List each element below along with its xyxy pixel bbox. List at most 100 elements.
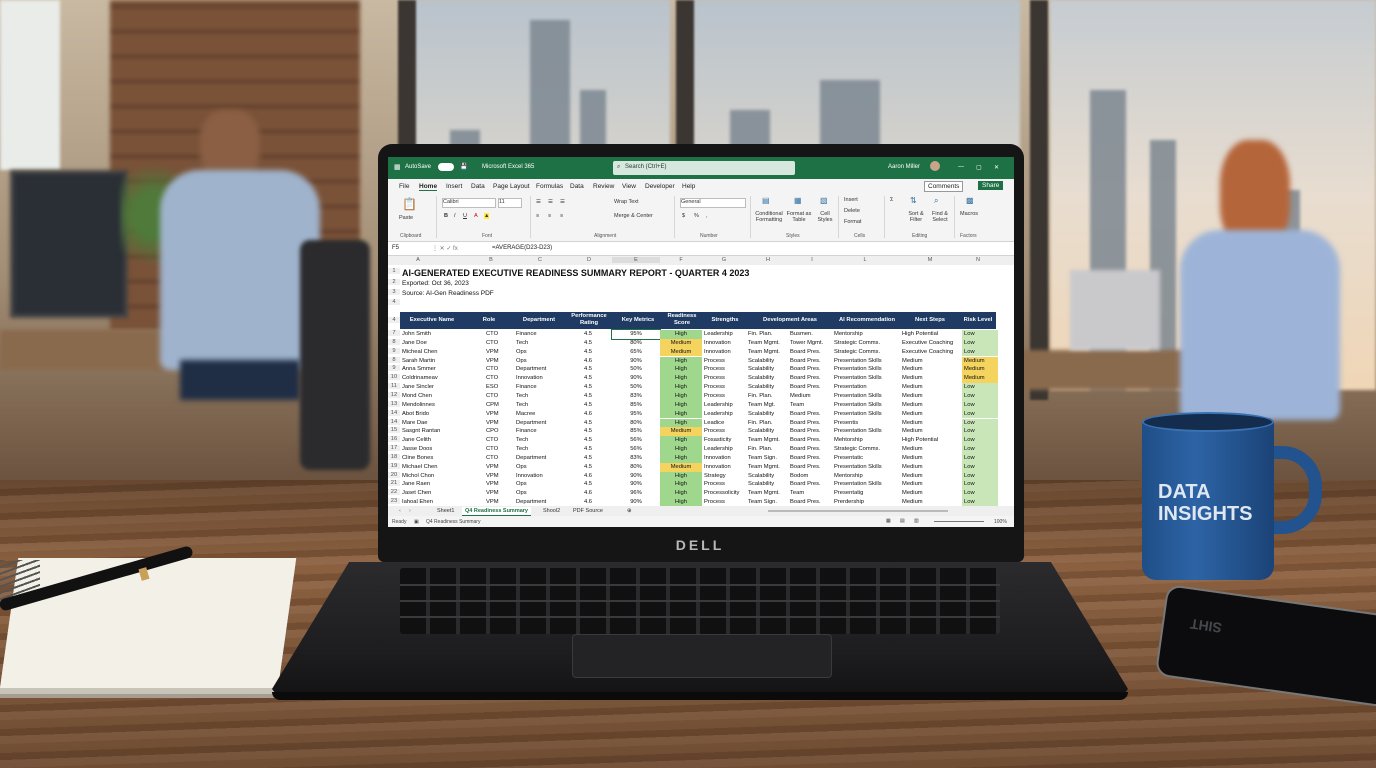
cell-str[interactable]: Process — [704, 480, 748, 489]
cell-str[interactable]: Process — [704, 392, 748, 401]
minimize-icon[interactable]: — — [958, 164, 964, 170]
merge-center-button[interactable]: Merge & Center — [614, 213, 653, 219]
formula-input[interactable]: =AVERAGE(D23-D23) — [492, 245, 552, 251]
cell-ai[interactable]: Strategic Comms. — [834, 339, 900, 348]
cell-risk[interactable]: Low — [962, 445, 998, 454]
cell-name[interactable]: Jaset Chen — [402, 489, 464, 498]
cell-dev2[interactable]: Board Pres. — [790, 454, 834, 463]
cell-perf[interactable]: 4.6 — [566, 472, 610, 481]
cell-next[interactable]: Medium — [902, 383, 960, 392]
cell-metric[interactable]: 80% — [612, 463, 660, 472]
cell-role[interactable]: ESO — [486, 383, 512, 392]
cell-risk[interactable]: Low — [962, 436, 998, 445]
avatar[interactable] — [930, 161, 940, 171]
cell-ready[interactable]: High — [660, 400, 702, 410]
cell-role[interactable]: VPM — [486, 348, 512, 357]
tab-formulas[interactable]: Formulas — [536, 183, 563, 190]
cell-metric[interactable]: 90% — [612, 472, 660, 481]
cell-str[interactable]: Innovation — [704, 463, 748, 472]
search-box[interactable]: ⌕ Search (Ctrl+E) — [613, 161, 795, 175]
cell-next[interactable]: Medium — [902, 480, 960, 489]
cell-role[interactable]: CTO — [486, 374, 512, 383]
cell-dev2[interactable]: Board Pres. — [790, 410, 834, 419]
cell-risk[interactable]: Medium — [962, 374, 998, 384]
cell-ai[interactable]: Presentation Skills — [834, 427, 900, 436]
cell-role[interactable]: CTO — [486, 330, 512, 339]
cell-ai[interactable]: Mentorship — [834, 330, 900, 339]
cell-ready[interactable]: High — [660, 480, 702, 490]
cell-dev2[interactable]: Board Pres. — [790, 419, 834, 428]
cell-str[interactable]: Innovation — [704, 339, 748, 348]
underline-icon[interactable]: U — [463, 213, 467, 219]
autosum-icon[interactable]: Σ — [890, 197, 893, 203]
tab-view[interactable]: View — [622, 183, 636, 190]
cell-dept[interactable]: Finance — [516, 383, 564, 392]
cell-next[interactable]: Medium — [902, 374, 960, 383]
cell-role[interactable]: CTO — [486, 436, 512, 445]
cell-perf[interactable]: 4.5 — [566, 330, 610, 339]
cell-risk[interactable]: Medium — [962, 356, 998, 366]
cell-ready[interactable]: High — [660, 330, 702, 339]
align-middle-icon[interactable]: ☰ — [548, 199, 553, 205]
cell-role[interactable]: VPM — [486, 410, 512, 419]
paste-label[interactable]: Paste — [399, 215, 413, 221]
cell-risk[interactable]: Low — [962, 391, 998, 401]
col-header[interactable]: D — [566, 257, 612, 263]
cell-risk[interactable]: Low — [962, 338, 998, 348]
tab-review[interactable]: Review — [593, 183, 614, 190]
col-header[interactable]: N — [960, 257, 996, 263]
cell-dev2[interactable]: Board Pres. — [790, 436, 834, 445]
macros-icon[interactable]: ▩ — [966, 196, 974, 205]
cell-name[interactable]: Jane Raen — [402, 480, 464, 489]
cell-dept[interactable]: Ops — [516, 357, 564, 366]
cell-dev2[interactable]: Board Pres. — [790, 365, 834, 374]
format-table-button[interactable]: Format as Table — [786, 211, 812, 223]
cell-next[interactable]: Executive Coaching — [902, 339, 960, 348]
cell-dept[interactable]: Finance — [516, 427, 564, 436]
add-sheet-icon[interactable]: ⊕ — [624, 507, 635, 515]
view-break-icon[interactable]: ▥ — [914, 518, 919, 524]
cell-perf[interactable]: 4.5 — [566, 374, 610, 383]
cell-dev2[interactable]: Tower Mgmt. — [790, 339, 834, 348]
cell-metric[interactable]: 50% — [612, 365, 660, 374]
cell-dev[interactable]: Scalability — [748, 374, 790, 383]
number-format-box[interactable]: General — [680, 198, 746, 208]
cell-metric[interactable]: 95% — [611, 329, 661, 340]
cell-dev2[interactable]: Bodom — [790, 472, 834, 481]
tab-file[interactable]: File — [399, 183, 409, 190]
cell-ready[interactable]: High — [660, 436, 702, 445]
col-header[interactable]: B — [476, 257, 506, 263]
cell-metric[interactable]: 56% — [612, 436, 660, 445]
accessibility-icon[interactable]: ▣ — [414, 519, 419, 525]
sheet-tab[interactable]: Sheet1 — [434, 507, 457, 515]
cell-name[interactable]: Michol Chon — [402, 472, 464, 481]
cell-metric[interactable]: 83% — [612, 454, 660, 463]
cell-perf[interactable]: 4.5 — [566, 480, 610, 489]
cell-name[interactable]: Sarah Martin — [402, 357, 464, 366]
col-header[interactable]: I — [790, 257, 834, 263]
cell-dev[interactable]: Team Mgmt. — [748, 436, 790, 445]
cell-perf[interactable]: 4.5 — [566, 454, 610, 463]
col-header[interactable]: M — [900, 257, 960, 263]
tab-data-2[interactable]: Data — [570, 183, 584, 190]
cell-next[interactable]: High Potential — [902, 436, 960, 445]
view-normal-icon[interactable]: ▦ — [886, 518, 891, 524]
cell-str[interactable]: Process — [704, 374, 748, 383]
tab-scroll-left-icon[interactable]: ‹ — [396, 507, 404, 515]
cell-name[interactable]: Mendolinnes — [402, 401, 464, 410]
cell-str[interactable]: Leadership — [704, 445, 748, 454]
align-center-icon[interactable]: ≡ — [548, 213, 551, 219]
cell-dev2[interactable]: Board Pres. — [790, 357, 834, 366]
cell-ready[interactable]: High — [660, 445, 702, 454]
cell-metric[interactable]: 85% — [612, 427, 660, 436]
cell-dept[interactable]: Department — [516, 454, 564, 463]
align-right-icon[interactable]: ≡ — [560, 213, 563, 219]
cell-role[interactable]: CPO — [486, 427, 512, 436]
cell-dept[interactable]: Tech — [516, 436, 564, 445]
col-header-selected[interactable]: E — [612, 257, 660, 263]
cell-metric[interactable]: 90% — [612, 357, 660, 366]
cell-name[interactable]: John Smith — [402, 330, 464, 339]
cell-dept[interactable]: Ops — [516, 489, 564, 498]
delete-button[interactable]: Delete — [844, 208, 860, 214]
cell-ai[interactable]: Presentation Skills — [834, 410, 900, 419]
